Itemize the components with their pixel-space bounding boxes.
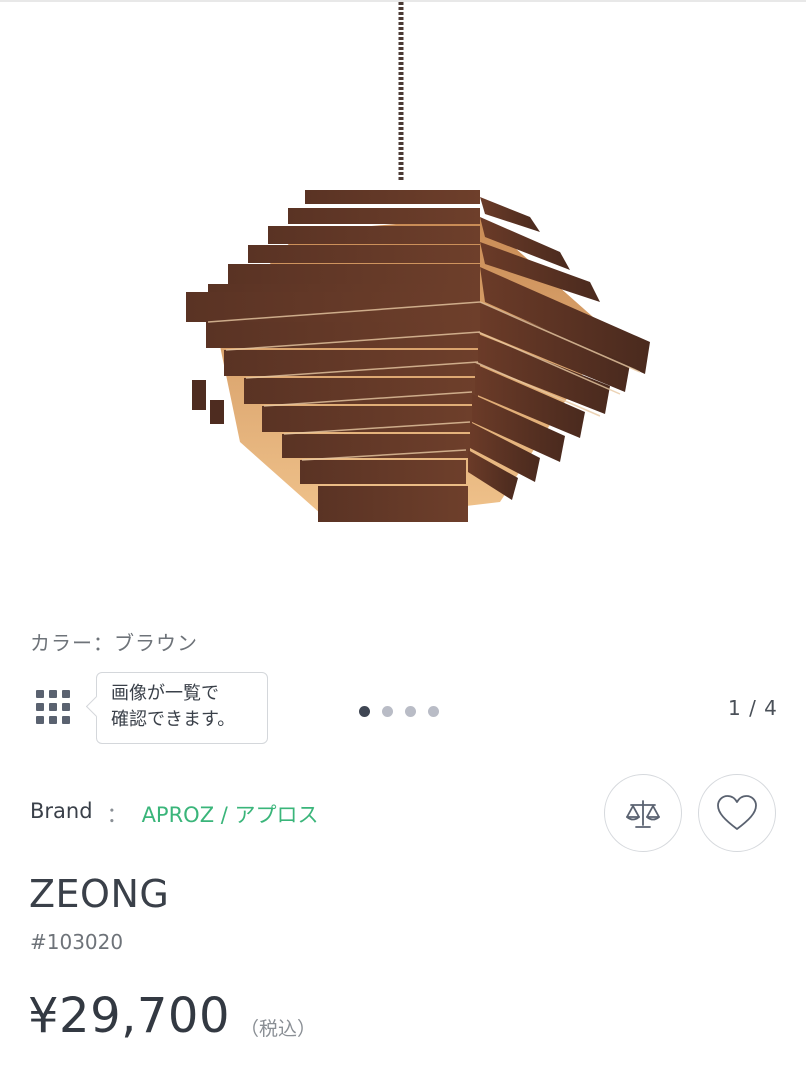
brand-label: Brand (30, 799, 93, 823)
product-image[interactable] (0, 2, 806, 597)
brand-link[interactable]: APROZ / アプロス (142, 799, 319, 829)
pendant-lamp-illustration (186, 2, 650, 522)
tooltip-line-1: 画像が一覧で (111, 683, 219, 704)
carousel-dot-1[interactable] (359, 706, 370, 717)
color-label: カラー：ブラウン (30, 631, 198, 655)
grid-icon[interactable] (36, 690, 72, 726)
image-counter: 1 / 4 (728, 696, 778, 720)
tooltip-line-2: 確認できます。 (111, 709, 236, 730)
compare-button[interactable] (604, 774, 682, 852)
carousel-dot-3[interactable] (405, 706, 416, 717)
favorite-button[interactable] (698, 774, 776, 852)
carousel-dot-4[interactable] (428, 706, 439, 717)
brand-separator: ： (106, 803, 128, 827)
product-name: ZEONG (29, 872, 170, 916)
product-code: #103020 (30, 930, 124, 954)
product-price: ¥29,700 (28, 988, 230, 1044)
balance-scale-icon (626, 800, 660, 828)
brand-row: Brand ： APROZ / アプロス (30, 799, 319, 829)
heart-icon (717, 795, 757, 830)
gallery-tooltip: 画像が一覧で 確認できます。 (96, 672, 268, 744)
carousel-dots (359, 706, 439, 717)
tax-note: （税込） (240, 1018, 317, 1040)
carousel-dot-2[interactable] (382, 706, 393, 717)
